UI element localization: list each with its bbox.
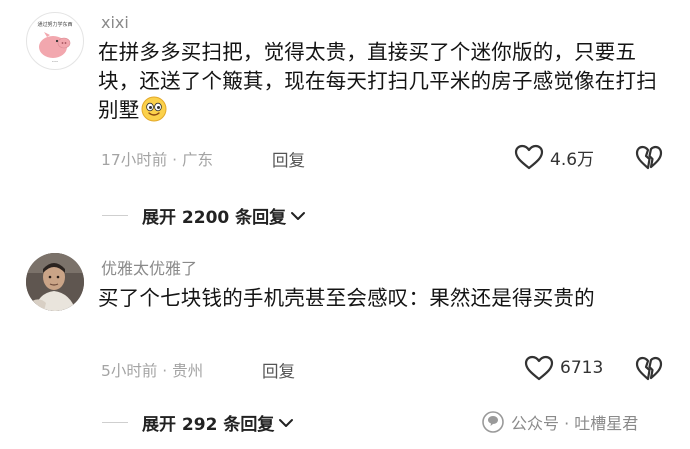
expand-replies-label: 展开 292 条回复: [142, 415, 275, 435]
username[interactable]: xixi: [101, 13, 129, 32]
like-button[interactable]: 4.6万: [514, 144, 594, 170]
divider: [102, 422, 128, 423]
watermark-text: 公众号 · 吐槽星君: [511, 414, 639, 433]
dislike-button[interactable]: [635, 356, 663, 386]
comment-meta: 5小时前 · 贵州: [101, 362, 204, 380]
expand-replies-button[interactable]: 展开 2200 条回复: [102, 203, 306, 228]
broken-heart-icon: [635, 145, 663, 170]
man-portrait-icon: [26, 253, 84, 311]
comment-text: 买了个七块钱的手机壳甚至会感叹：果然还是得买贵的: [98, 286, 595, 310]
heart-icon: [524, 355, 554, 381]
expand-replies-label: 展开 2200 条回复: [142, 208, 287, 228]
comment-text: 在拼多多买扫把，觉得太贵，直接买了个迷你版的，只要五块，还送了个簸萁，现在每天打…: [98, 38, 658, 125]
grinning-face-icon: [141, 96, 167, 122]
reply-button[interactable]: 回复: [272, 147, 305, 171]
divider: [102, 215, 128, 216]
like-button[interactable]: 6713: [524, 355, 603, 381]
broken-heart-icon: [635, 356, 663, 381]
comment-text-content: 在拼多多买扫把，觉得太贵，直接买了个迷你版的，只要五块，还送了个簸萁，现在每天打…: [98, 40, 657, 122]
svg-text:•••: •••: [52, 60, 58, 64]
like-count: 6713: [560, 358, 604, 378]
username[interactable]: 优雅太优雅了: [101, 255, 197, 279]
like-count: 4.6万: [550, 149, 595, 170]
reply-button[interactable]: 回复: [262, 358, 295, 382]
chevron-down-icon: [291, 211, 306, 220]
chevron-down-icon: [279, 418, 294, 427]
avatar[interactable]: [26, 253, 84, 311]
pink-pig-icon: 通过努力学东西 •••: [37, 21, 72, 64]
svg-text:通过努力学东西: 通过努力学东西: [37, 21, 72, 28]
dislike-button[interactable]: [635, 145, 663, 175]
comment-meta: 17小时前 · 广东: [101, 151, 214, 169]
avatar[interactable]: 通过努力学东西 •••: [26, 12, 84, 70]
watermark: 公众号 · 吐槽星君: [482, 410, 638, 434]
expand-replies-button[interactable]: 展开 292 条回复: [102, 410, 294, 435]
heart-icon: [514, 144, 544, 170]
wechat-official-account-icon: [482, 411, 504, 433]
